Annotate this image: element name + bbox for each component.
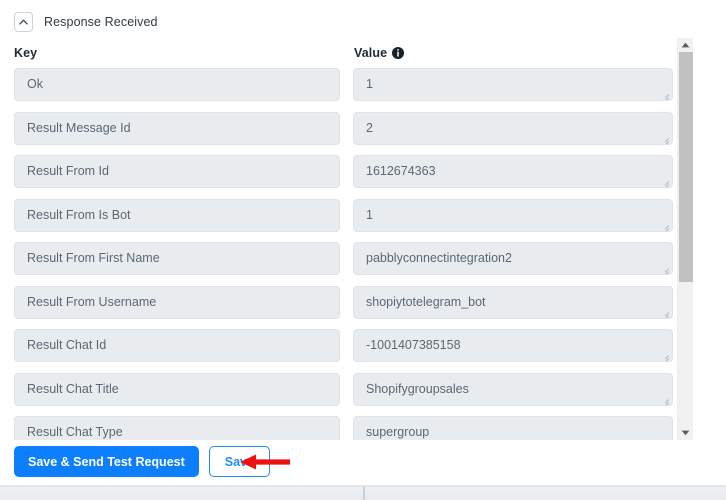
- table-row: Result Message Id 2: [0, 111, 692, 156]
- chevron-up-icon[interactable]: [14, 12, 33, 32]
- key-column-header: Key: [14, 46, 38, 60]
- key-field[interactable]: Result Message Id: [14, 111, 340, 145]
- response-received-panel: Response Received Key Value Ok 1 Result Me…: [0, 0, 726, 500]
- value-field[interactable]: 1612674363: [353, 155, 673, 188]
- resize-handle-icon[interactable]: [660, 176, 670, 187]
- key-field[interactable]: Result From First Name: [14, 242, 340, 275]
- save-and-send-test-request-button[interactable]: Save & Send Test Request: [14, 446, 199, 477]
- section-header: Response Received: [14, 12, 158, 32]
- info-glyph: [392, 47, 405, 59]
- value-field[interactable]: pabblyconnectintegration2: [353, 242, 673, 275]
- info-icon[interactable]: [392, 47, 405, 59]
- key-field[interactable]: Result Chat Id: [14, 329, 340, 362]
- value-field[interactable]: shopiytotelegram_bot: [353, 285, 673, 319]
- action-button-bar: Save & Send Test Request Save: [14, 446, 270, 477]
- key-field[interactable]: Result From Username: [14, 285, 340, 319]
- resize-handle-icon[interactable]: [660, 89, 670, 100]
- value-column-header: Value: [354, 46, 405, 60]
- value-field[interactable]: -1001407385158: [353, 329, 673, 362]
- key-field[interactable]: Result From Is Bot: [14, 198, 340, 232]
- caret-up-icon[interactable]: [678, 38, 693, 52]
- key-value-rows: Ok 1 Result Message Id 2 Result From Id 16126…: [0, 68, 692, 440]
- resize-handle-icon[interactable]: [660, 307, 670, 318]
- table-row: Result Chat Id -1001407385158: [0, 329, 692, 373]
- section-title: Response Received: [44, 15, 158, 29]
- resize-handle-icon[interactable]: [660, 350, 670, 361]
- resize-handle-icon[interactable]: [660, 220, 670, 231]
- table-row: Result From First Name pabblyconnectinteg…: [0, 242, 692, 286]
- table-row: Result From Id 1612674363: [0, 155, 692, 199]
- value-field[interactable]: supergroup: [353, 416, 673, 440]
- scrollbar-thumb[interactable]: [679, 52, 693, 282]
- resize-handle-icon[interactable]: [660, 437, 670, 440]
- value-field[interactable]: 1: [353, 198, 673, 232]
- left-arrow-glyph: [240, 454, 290, 470]
- background-divider: [363, 487, 365, 500]
- table-row: Result From Is Bot 1: [0, 198, 692, 243]
- vertical-scrollbar[interactable]: [677, 38, 693, 440]
- key-field[interactable]: Result From Id: [14, 155, 340, 188]
- resize-handle-icon[interactable]: [660, 394, 670, 405]
- left-arrow-icon: [240, 452, 290, 472]
- key-field[interactable]: Result Chat Title: [14, 372, 340, 406]
- table-row: Result Chat Type supergroup: [0, 416, 692, 440]
- value-field[interactable]: Shopifygroupsales: [353, 372, 673, 406]
- resize-handle-icon[interactable]: [660, 133, 670, 144]
- caret-down-icon[interactable]: [678, 426, 693, 440]
- table-row: Result From Username shopiytotelegram_bot: [0, 285, 692, 330]
- response-card: Response Received Key Value Ok 1 Result Me…: [0, 0, 726, 487]
- chevron-up-glyph: [19, 19, 28, 25]
- table-row: Result Chat Title Shopifygroupsales: [0, 372, 692, 417]
- key-field[interactable]: Ok: [14, 68, 340, 101]
- key-field[interactable]: Result Chat Type: [14, 416, 340, 440]
- value-column-label: Value: [354, 46, 388, 60]
- caret-down-glyph: [681, 430, 690, 436]
- table-row: Ok 1: [0, 68, 692, 112]
- caret-up-glyph: [681, 42, 690, 48]
- resize-handle-icon[interactable]: [660, 263, 670, 274]
- value-field[interactable]: 1: [353, 68, 673, 101]
- value-field[interactable]: 2: [353, 111, 673, 145]
